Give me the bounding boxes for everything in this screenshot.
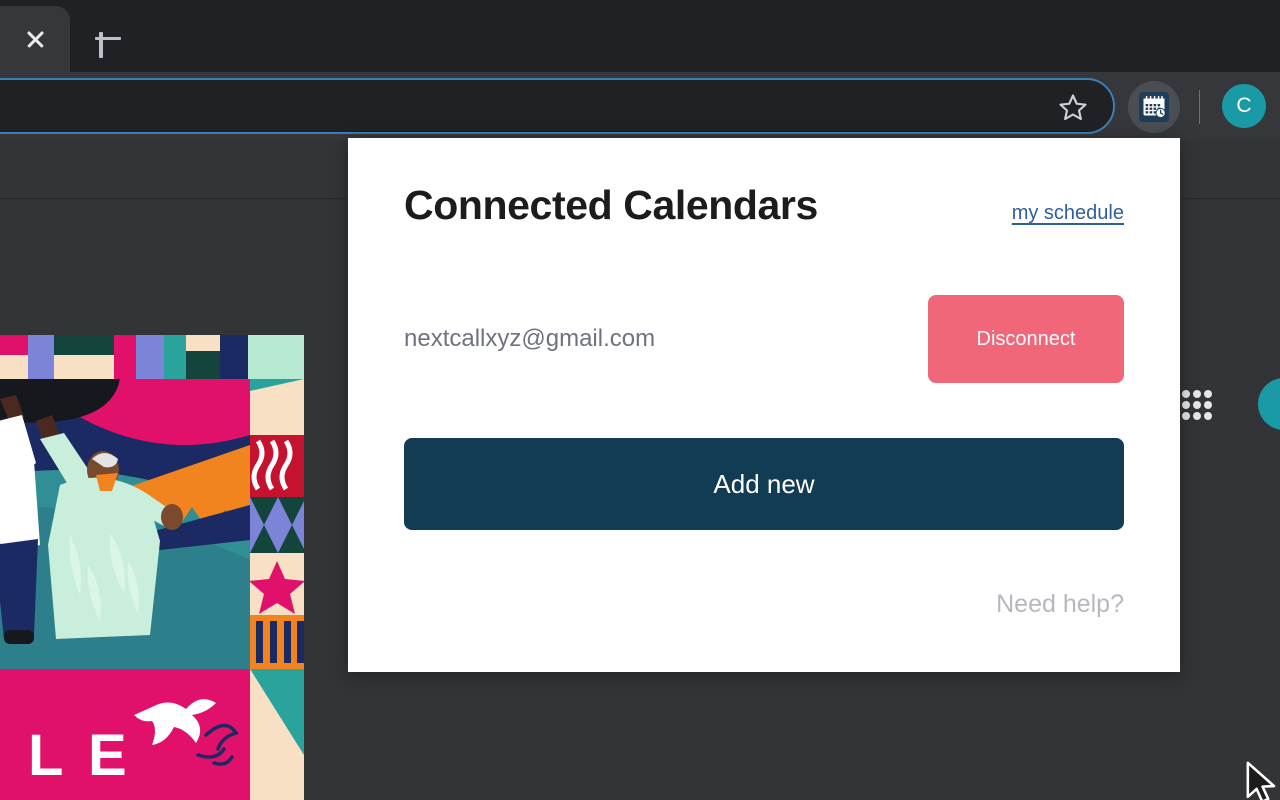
browser-tab[interactable] [0, 6, 70, 72]
calendar-extension-button[interactable] [1128, 81, 1180, 133]
svg-text:L: L [28, 723, 63, 788]
star-icon[interactable] [1052, 86, 1094, 128]
browser-tab-strip [0, 0, 1280, 72]
close-icon[interactable] [22, 26, 48, 52]
disconnect-button[interactable]: Disconnect [928, 295, 1124, 383]
account-row: nextcallxyz@gmail.com Disconnect [404, 294, 1124, 384]
need-help-link[interactable]: Need help? [996, 590, 1124, 619]
my-schedule-link[interactable]: my schedule [1012, 202, 1124, 225]
avatar[interactable]: C [1222, 84, 1266, 128]
popup-header: Connected Calendars my schedule [404, 182, 1124, 242]
plus-icon[interactable] [88, 18, 128, 58]
account-email: nextcallxyz@gmail.com [404, 325, 656, 352]
add-new-button[interactable]: Add new [404, 438, 1124, 530]
toolbar-divider [1199, 90, 1200, 124]
doodle-artwork: L E [0, 335, 304, 800]
address-bar[interactable] [0, 78, 1115, 134]
svg-text:E: E [88, 723, 127, 788]
teal-accent-circle [1258, 378, 1280, 430]
calendar-clock-icon [1139, 92, 1169, 122]
apps-grid-icon[interactable] [1182, 390, 1212, 420]
screen: C L E Connected Calendars my schedule ne… [0, 0, 1280, 800]
page-title: Connected Calendars [404, 182, 818, 228]
connected-calendars-popup: Connected Calendars my schedule nextcall… [348, 138, 1180, 672]
